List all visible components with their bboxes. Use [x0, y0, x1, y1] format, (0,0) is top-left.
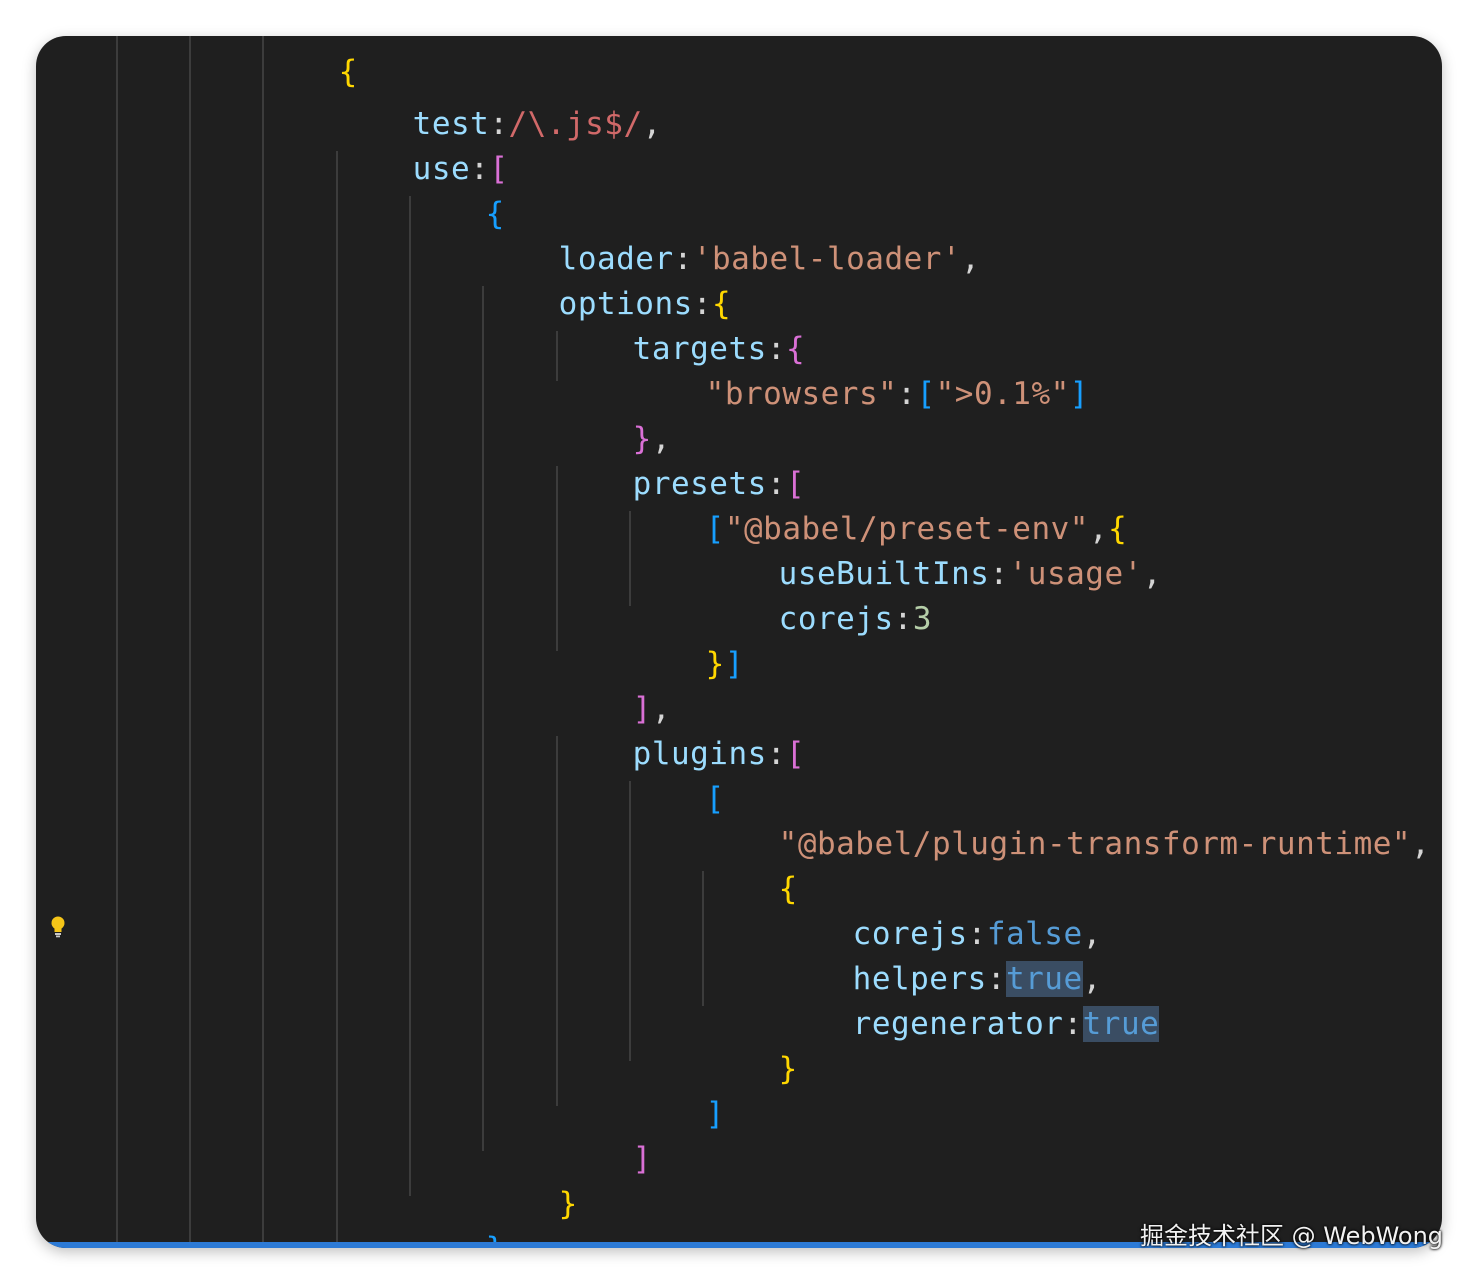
- property-key: corejs: [778, 601, 894, 637]
- colon: :: [1063, 1006, 1083, 1042]
- code-line: regenerator:true: [776, 964, 1160, 1042]
- indent-guide: [336, 151, 338, 1248]
- bracket: ]: [632, 1141, 652, 1177]
- code-line: corejs:3: [702, 559, 932, 637]
- property-key: regenerator: [852, 1006, 1064, 1042]
- highlighted-boolean-literal[interactable]: true: [1082, 1006, 1160, 1042]
- lightbulb-icon[interactable]: [50, 916, 66, 938]
- code-line: targets:{: [556, 289, 805, 367]
- code-line: helpers:true,: [776, 919, 1102, 997]
- string-literal: "@babel/plugin-transform-runtime": [778, 826, 1412, 862]
- code-line: ["@babel/preset-env",{: [629, 469, 1127, 547]
- bracket: [: [916, 376, 936, 412]
- colon: :: [766, 736, 786, 772]
- code-line: ]: [629, 1054, 725, 1132]
- code-line: }]: [629, 604, 744, 682]
- code-line: {: [409, 154, 505, 232]
- indent-guide: [189, 36, 191, 1248]
- indent-guide: [482, 286, 484, 1151]
- code-line: corejs:false,: [776, 874, 1102, 952]
- colon: :: [989, 556, 1009, 592]
- brace: }: [778, 1051, 798, 1087]
- number-literal: 3: [912, 601, 932, 637]
- code-line: presets:[: [556, 424, 805, 502]
- watermark: 掘金技术社区 @ WebWong: [1140, 1222, 1444, 1250]
- code-line: }: [702, 1009, 798, 1087]
- bracket: ]: [1069, 376, 1089, 412]
- comma: ,: [1142, 556, 1162, 592]
- code-line: test:/\.js$/,: [336, 64, 662, 142]
- string-literal: 'babel-loader': [692, 241, 962, 277]
- indent-guide: [262, 36, 264, 1248]
- code-line: use:[: [336, 109, 509, 187]
- string-literal: ">0.1%": [935, 376, 1070, 412]
- code-editor[interactable]: { test:/\.js$/, use:[ { loader:'babel-lo…: [36, 36, 1442, 1248]
- code-line: "browsers":[">0.1%"]: [629, 334, 1089, 412]
- bracket: [: [785, 736, 806, 772]
- bracket: ]: [724, 646, 744, 682]
- indent-guide: [116, 36, 118, 1248]
- code-line-partial: {: [262, 36, 358, 90]
- string-literal: 'usage': [1008, 556, 1143, 592]
- comma: ,: [961, 241, 981, 277]
- brace: }: [558, 1186, 578, 1222]
- bracket: ]: [705, 1096, 725, 1132]
- code-line: plugins:[: [556, 694, 805, 772]
- code-line: ],: [556, 649, 671, 727]
- code-line: }: [409, 1189, 505, 1248]
- colon: :: [893, 601, 913, 637]
- brace: }: [705, 646, 725, 682]
- code-line: useBuiltIns:'usage',: [702, 514, 1162, 592]
- code-line: options:{: [482, 244, 731, 322]
- comma: ,: [1411, 826, 1431, 862]
- colon: :: [897, 376, 917, 412]
- code-line: "@babel/plugin-transform-runtime",: [702, 784, 1430, 862]
- code-line: {: [702, 829, 798, 907]
- comma: ,: [642, 106, 662, 142]
- code-line: [: [629, 739, 725, 817]
- code-line: loader:'babel-loader',: [482, 199, 980, 277]
- code-line: }: [482, 1144, 578, 1222]
- regex-literal: /\.js$/: [508, 106, 643, 142]
- indent-guide: [409, 196, 411, 1196]
- string-key: "browsers": [705, 376, 898, 412]
- code-line: },: [556, 379, 671, 457]
- code-line: ]: [556, 1099, 652, 1177]
